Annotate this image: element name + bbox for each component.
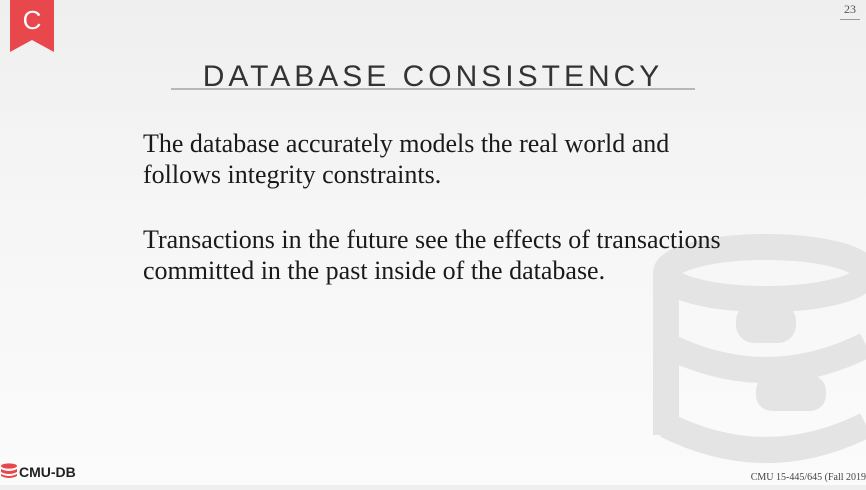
logo-text: CMU-DB [19,464,76,480]
bookmark-ribbon-icon: C [10,0,54,52]
title-underline [171,88,695,90]
cmu-db-logo: CMU-DB [0,462,76,482]
slide: C 23 DATABASE CONSISTENCY The database a… [0,0,866,485]
paragraph-consistency-definition: The database accurately models the real … [143,129,670,189]
course-footer: CMU 15-445/645 (Fall 2019 [750,472,866,483]
paragraph-transactions: Transactions in the future see the effec… [143,225,721,285]
page-number: 23 [840,2,860,20]
database-stack-icon [0,462,18,482]
badge-letter: C [23,5,42,35]
